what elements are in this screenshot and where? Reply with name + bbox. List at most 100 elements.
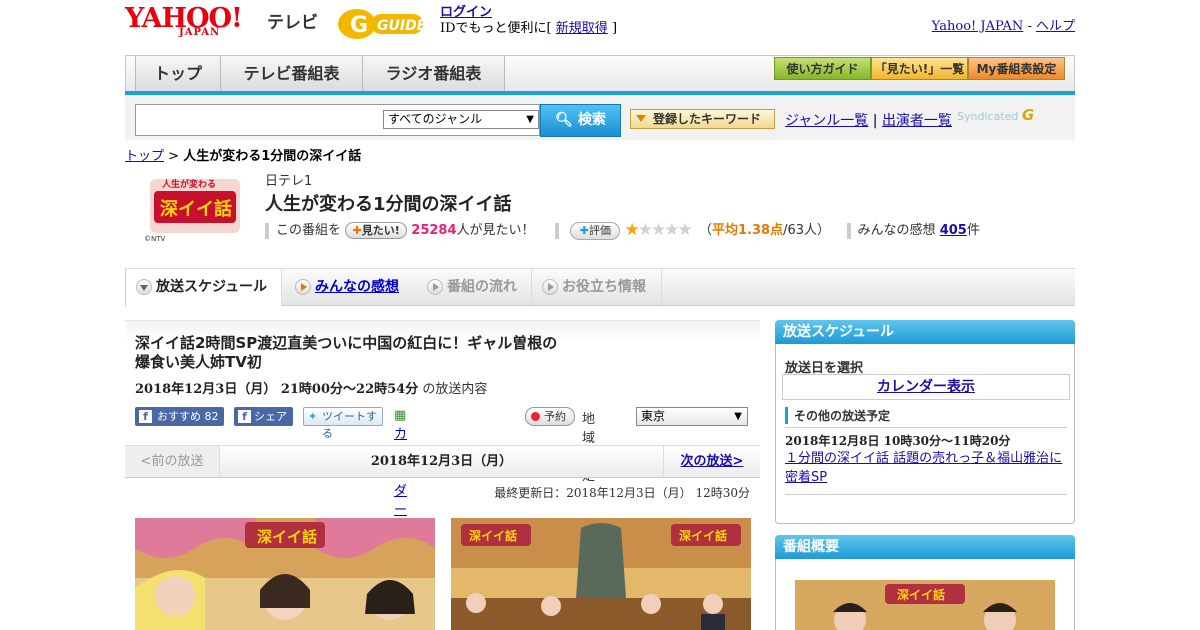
facebook-icon: f	[238, 410, 251, 423]
plus-icon: ✚	[352, 224, 362, 237]
mitai-list-button[interactable]: 「見たい!」一覧	[871, 57, 968, 80]
genre-select-value: すべてのジャンル	[388, 112, 483, 126]
program-title: 人生が変わる1分間の深イイ話	[265, 194, 512, 215]
help-link[interactable]: ヘルプ	[1036, 19, 1075, 34]
search-button-label: 検索	[577, 112, 606, 128]
rate-button-label: 評価	[588, 223, 611, 237]
yahoo-japan-link[interactable]: Yahoo! JAPAN	[932, 19, 1024, 34]
registered-keyword-button[interactable]: 登録したキーワード	[630, 109, 775, 129]
divider	[785, 494, 1067, 495]
other-schedule-link[interactable]: １分間の深イイ話 話題の売れっ子＆福山雅治に密着SP	[785, 449, 1067, 487]
tab-label: みんなの感想	[315, 279, 399, 295]
mitai-button-label: 見たい!	[361, 224, 400, 237]
rating-open: （	[698, 223, 712, 238]
performer-list-link[interactable]: 出演者一覧	[882, 113, 952, 129]
syndicated-label: Syndicated	[957, 110, 1019, 123]
episode-datetime: 2018年12月3日（月） 21時00分～22時54分 の放送内容	[135, 378, 487, 397]
svg-text:深イイ話: 深イイ話	[160, 198, 232, 220]
rate-button[interactable]: ✚評価	[570, 221, 621, 240]
tab-broadcast-schedule[interactable]: 放送スケジュール	[125, 269, 282, 307]
search-button[interactable]: 🔍︎ 検索	[540, 104, 621, 137]
mitai-count: 25284	[411, 223, 457, 238]
divider	[785, 427, 1067, 428]
syndicated-gguide: Syndicated G	[957, 106, 1034, 124]
reserve-label: 予約	[544, 410, 566, 423]
svg-text:深イイ話: 深イイ話	[897, 587, 945, 602]
chevron-down-icon	[136, 279, 152, 295]
login-link[interactable]: ログイン	[440, 5, 492, 20]
genre-select[interactable]: すべてのジャンル ▼	[383, 110, 539, 129]
episode-title-line1: 深イイ話2時間SP渡辺直美ついに中国の紅白に！ギャル曽根の	[135, 334, 558, 352]
star-rating: ★★★★★	[624, 220, 693, 240]
sidebar-overview-box: 番組概要 深イイ話	[775, 535, 1075, 630]
tweet-button[interactable]: ✦ ツイートする	[303, 407, 383, 440]
other-schedule-heading: その他の放送予定	[785, 407, 890, 424]
main-navbar: トップ テレビ番組表 ラジオ番組表 使い方ガイド 「見たい!」一覧 My番組表設…	[125, 55, 1075, 94]
episode-title: 深イイ話2時間SP渡辺直美ついに中国の紅白に！ギャル曽根の 爆食い美人姉TV初	[135, 334, 595, 372]
tv-label[interactable]: テレビ	[267, 8, 318, 33]
reserve-button[interactable]: 予約	[525, 407, 575, 426]
twitter-bird-icon: ✦	[308, 410, 318, 423]
register-link[interactable]: 新規取得	[556, 21, 608, 36]
last-updated: 最終更新日：2018年12月3日（月） 12時30分	[494, 486, 750, 500]
chevron-right-icon	[427, 279, 443, 295]
mitai-button[interactable]: ✚見たい!	[345, 222, 408, 239]
plus-icon: ✚	[579, 223, 589, 237]
top-links-separator: -	[1027, 19, 1032, 34]
episode-photo-1: 深イイ話	[135, 518, 435, 630]
rating-count: /63人）	[783, 223, 831, 238]
sidebar-overview-heading: 番組概要	[775, 535, 1075, 559]
nav-tab-radio-guide[interactable]: ラジオ番組表	[363, 56, 505, 91]
breadcrumb-separator: >	[168, 149, 180, 164]
genre-list-link[interactable]: ジャンル一覧	[785, 113, 868, 129]
svg-text:GUIDE: GUIDE	[377, 18, 427, 34]
calendar-plus-icon: ▦	[394, 408, 407, 423]
breadcrumb-top-link[interactable]: トップ	[125, 149, 164, 164]
breadcrumb: トップ > 人生が変わる1分間の深イイ話	[125, 145, 361, 164]
facebook-recommend-button[interactable]: f おすすめ 82	[135, 407, 224, 426]
tab-useful-info[interactable]: お役立ち情報	[532, 269, 662, 305]
my-table-settings-button[interactable]: My番組表設定	[968, 57, 1065, 80]
region-select-value: 東京	[641, 409, 666, 423]
facebook-share-button[interactable]: f シェア	[234, 407, 293, 426]
program-logo-credit: ©NTV	[144, 235, 166, 243]
previous-episode: <前の放送	[125, 446, 220, 477]
main-content: 深イイ話2時間SP渡辺直美ついに中国の紅白に！ギャル曽根の 爆食い美人姉TV初 …	[125, 320, 760, 630]
rating-average: 平均1.38点	[712, 223, 784, 238]
tab-label: 放送スケジュール	[156, 279, 268, 295]
breadcrumb-current: 人生が変わる1分間の深イイ話	[183, 149, 362, 164]
episode-datetime-suffix: の放送内容	[418, 382, 488, 397]
top-links: Yahoo! JAPAN - ヘルプ	[932, 15, 1075, 34]
search-icon: 🔍︎	[555, 112, 573, 128]
episode-navigation: <前の放送 2018年12月3日（月） 次の放送>	[125, 445, 760, 478]
impressions-count-link[interactable]: 405	[940, 223, 967, 238]
current-episode-date: 2018年12月3日（月）	[370, 454, 513, 469]
gguide-logo[interactable]: G GUIDE	[335, 6, 430, 40]
login-prefix: IDでもっと便利に[	[440, 21, 552, 36]
episode-title-line2: 爆食い美人姉TV初	[135, 353, 262, 371]
tab-program-flow[interactable]: 番組の流れ	[417, 269, 532, 305]
sidebar-schedule-box: 放送スケジュール 放送日を選択 カレンダー表示 その他の放送予定 2018年12…	[775, 320, 1075, 524]
chevron-right-icon	[542, 279, 558, 295]
channel-name: 日テレ1	[265, 174, 313, 189]
nav-tab-top[interactable]: トップ	[135, 56, 221, 91]
genre-links-pipe: |	[872, 113, 878, 129]
nav-tab-tv-guide[interactable]: テレビ番組表	[221, 56, 363, 91]
chevron-right-icon	[295, 279, 311, 295]
record-dot-icon	[531, 412, 540, 421]
facebook-icon: f	[139, 410, 152, 423]
region-select[interactable]: 東京 ▼	[636, 407, 748, 426]
this-program-label: この番組を	[276, 223, 342, 238]
next-episode-link[interactable]: 次の放送>	[663, 446, 760, 477]
tab-label: お役立ち情報	[562, 279, 646, 295]
calendar-display-link[interactable]: カレンダー表示	[782, 374, 1070, 400]
svg-text:G: G	[350, 13, 368, 38]
header: YAHOO! JAPAN テレビ G GUIDE ログイン IDでもっと便利に[…	[125, 0, 1075, 50]
genre-links: ジャンル一覧 | 出演者一覧	[785, 110, 952, 130]
dropdown-arrow-icon: ▼	[734, 411, 742, 422]
tweet-label: ツイートする	[322, 410, 377, 440]
triangle-down-icon	[636, 115, 646, 122]
svg-text:深イイ話: 深イイ話	[679, 528, 727, 543]
svg-text:深イイ話: 深イイ話	[469, 528, 517, 543]
usage-guide-button[interactable]: 使い方ガイド	[774, 57, 871, 80]
